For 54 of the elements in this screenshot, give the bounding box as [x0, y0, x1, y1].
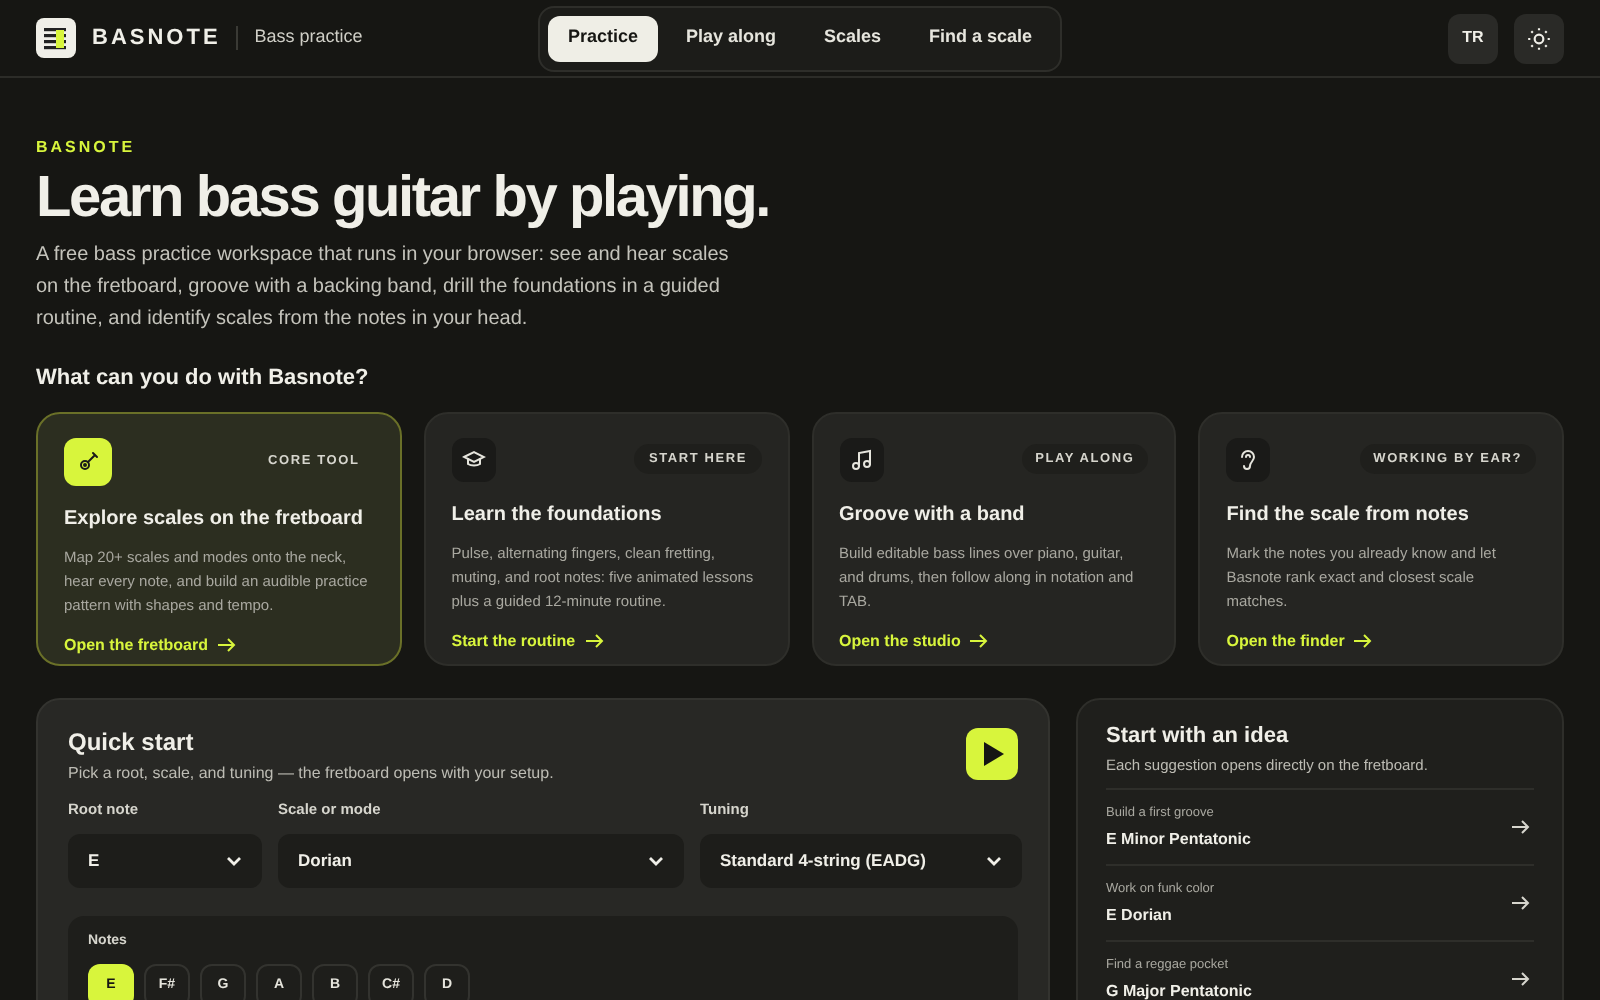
card-title: Find the scale from notes — [1226, 501, 1471, 529]
panel-title: Quick start — [68, 725, 196, 759]
play-button[interactable] — [966, 727, 1018, 779]
panel-title: Start with an idea — [1106, 721, 1291, 751]
chevron-down-icon — [986, 855, 1002, 866]
arrow-icon — [218, 638, 237, 652]
music-note-icon — [849, 447, 873, 471]
arrow-icon — [1512, 972, 1530, 987]
chevron-down-icon — [226, 855, 242, 866]
panel-subtitle: Pick a root, scale, and tuning — the fretboard opens with your setup. — [68, 761, 554, 785]
card-link[interactable]: Open the fretboard — [64, 633, 237, 657]
arrow-icon — [970, 634, 989, 648]
page-description: A free bass practice workspace that runs in your browser: see and hear scales on the fretboard, groove with a backing band, drill the foundations in a guided routine, and identify scales from the notes in your head. — [36, 242, 731, 334]
eyebrow-label: BASNOTE — [36, 136, 138, 160]
select-field[interactable]: E — [68, 833, 262, 888]
card-link[interactable]: Open the finder — [1226, 629, 1373, 653]
ear-icon — [1236, 447, 1261, 471]
nav-tab[interactable]: Practice — [547, 15, 658, 61]
section-heading: What can you do with Basnote? — [36, 364, 371, 394]
link-label: Open the studio — [839, 629, 961, 653]
graduation-cap-icon — [461, 447, 486, 471]
chevron-down-icon — [648, 855, 664, 866]
select-value: Dorian — [298, 847, 352, 874]
logo-icon[interactable] — [36, 18, 76, 58]
guitar-icon — [76, 449, 100, 473]
card-title: Groove with a band — [839, 501, 1027, 529]
idea-title: G Major Pentatonic — [1106, 979, 1252, 1000]
select-value: Standard 4-string (EADG) — [720, 847, 926, 874]
card-title: Explore scales on the fretboard — [64, 505, 365, 533]
card-link[interactable]: Start the routine — [451, 629, 604, 653]
select-field[interactable]: Dorian — [278, 833, 684, 888]
card-link[interactable]: Open the studio — [839, 629, 989, 653]
card-title: Learn the foundations — [451, 501, 664, 529]
nav-tab[interactable]: Find a scale — [909, 15, 1053, 61]
arrow-icon — [1354, 634, 1373, 648]
arrow-icon — [585, 634, 604, 648]
select-value: E — [88, 847, 100, 874]
app-subtitle: Bass practice — [254, 24, 363, 51]
nav-tab[interactable]: Play along — [665, 15, 796, 61]
select-field[interactable]: Standard 4-string (EADG) — [700, 833, 1022, 888]
idea-title: E Dorian — [1106, 903, 1174, 928]
page-title: Learn bass guitar by playing. — [36, 164, 771, 232]
link-label: Open the finder — [1226, 629, 1345, 653]
arrow-icon — [1512, 896, 1530, 911]
idea-title: E Minor Pentatonic — [1106, 827, 1251, 852]
link-label: Start the routine — [451, 629, 576, 653]
play-icon — [981, 741, 1003, 765]
brand-name: BASNOTE — [92, 23, 221, 54]
language-button[interactable]: TR — [1447, 13, 1498, 63]
sun-icon — [1525, 25, 1552, 51]
link-label: Open the fretboard — [64, 633, 209, 657]
arrow-icon — [1512, 820, 1530, 835]
nav-tab[interactable]: Scales — [803, 15, 902, 61]
theme-toggle[interactable] — [1513, 13, 1564, 63]
